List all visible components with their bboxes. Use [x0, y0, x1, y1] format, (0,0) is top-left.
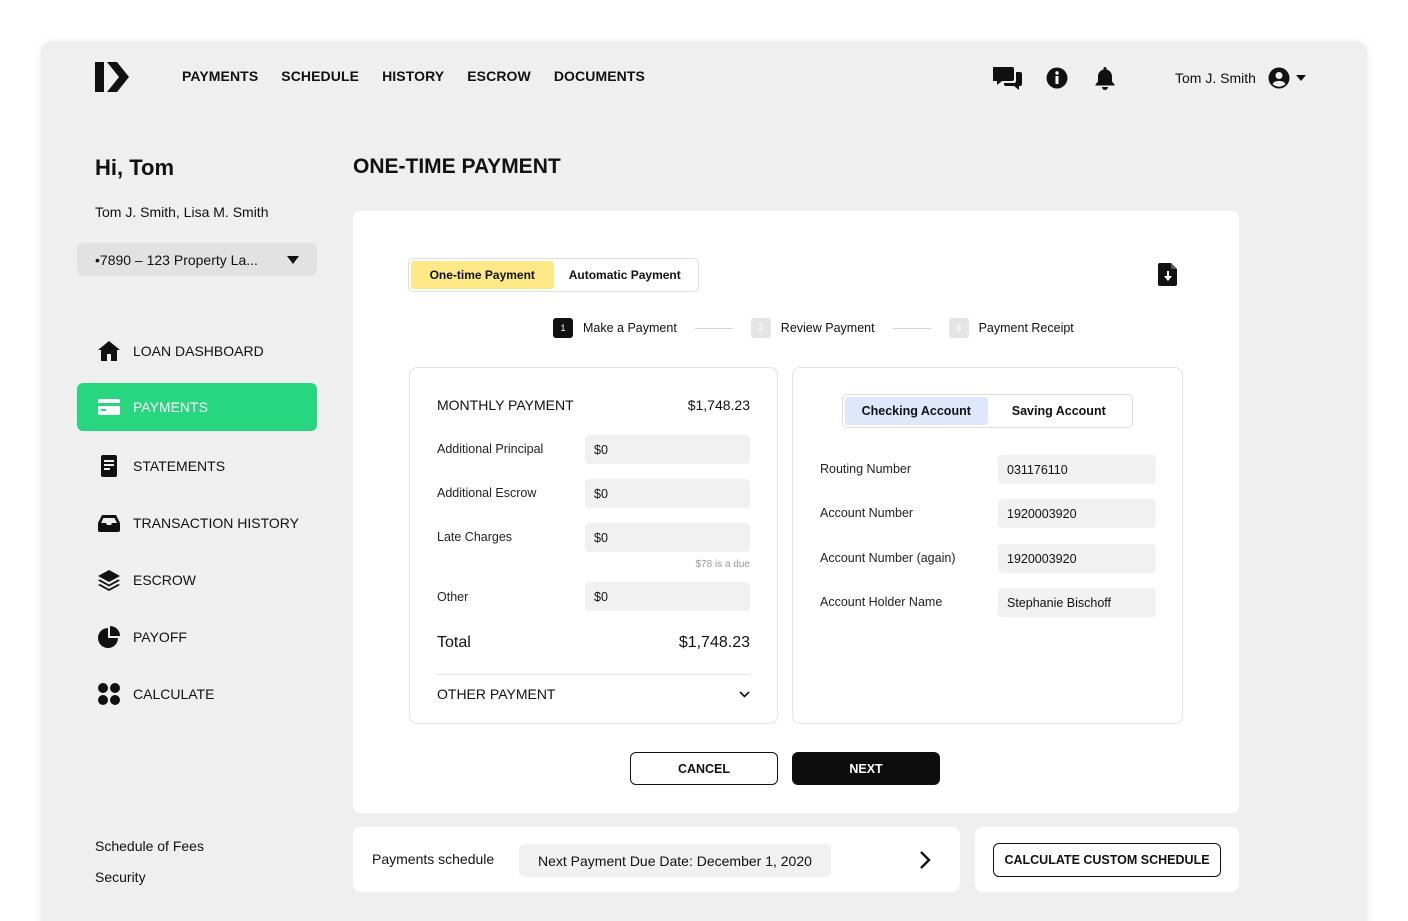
one-time-payment-tab[interactable]: One-time Payment	[411, 261, 554, 289]
divider	[436, 674, 750, 675]
sidebar-item-payments[interactable]: PAYMENTS	[77, 383, 317, 431]
other-input[interactable]: $0	[585, 582, 750, 611]
next-due-date-badge: Next Payment Due Date: December 1, 2020	[519, 844, 831, 877]
step-divider	[694, 327, 733, 329]
sidebar-item-label: LOAN DASHBOARD	[133, 343, 264, 359]
chat-icon[interactable]	[993, 64, 1023, 92]
user-icon	[1268, 67, 1290, 89]
late-charges-note: $78 is a due	[695, 559, 751, 570]
main-nav: PAYMENTS SCHEDULE HISTORY ESCROW DOCUMEN…	[182, 68, 645, 84]
late-charges-input[interactable]: $0	[585, 523, 750, 552]
sidebar-item-label: TRANSACTION HISTORY	[133, 515, 299, 531]
user-name: Tom J. Smith	[1175, 70, 1256, 86]
step-divider	[892, 327, 931, 329]
account-number-again-input[interactable]: 1920003920	[998, 544, 1156, 573]
step-1-number: 1	[553, 318, 573, 338]
sidebar-item-label: PAYMENTS	[133, 399, 208, 415]
pie-icon	[98, 626, 120, 648]
grid-icon	[98, 683, 120, 705]
logo-icon[interactable]	[95, 62, 129, 92]
nav-escrow[interactable]: ESCROW	[467, 68, 531, 84]
calculate-custom-schedule-button[interactable]: CALCULATE CUSTOM SCHEDULE	[993, 843, 1221, 877]
late-charges-label: Late Charges	[437, 530, 513, 544]
other-payment-label: OTHER PAYMENT	[437, 686, 556, 702]
account-holder-name-input[interactable]: Stephanie Bischoff	[998, 588, 1156, 617]
saving-account-tab[interactable]: Saving Account	[988, 397, 1131, 425]
page-title: ONE-TIME PAYMENT	[353, 155, 561, 178]
sidebar-item-calculate[interactable]: CALCULATE	[77, 670, 317, 718]
account-number-label: Account Number	[820, 506, 914, 520]
caret-down-icon	[287, 255, 299, 264]
account-type-tabs: Checking Account Saving Account	[842, 394, 1133, 428]
account-holder-name-label: Account Holder Name	[820, 595, 943, 609]
step-3-label: Payment Receipt	[978, 321, 1074, 335]
total-label: Total	[437, 634, 471, 651]
cancel-button[interactable]: CANCEL	[630, 752, 778, 785]
nav-documents[interactable]: DOCUMENTS	[554, 68, 645, 84]
nav-schedule[interactable]: SCHEDULE	[281, 68, 359, 84]
additional-principal-label: Additional Principal	[437, 442, 544, 456]
card-icon	[98, 399, 120, 415]
info-icon[interactable]	[1042, 64, 1072, 92]
chevron-down-icon	[739, 690, 750, 698]
sidebar-item-statements[interactable]: STATEMENTS	[77, 442, 317, 490]
download-document-icon[interactable]	[1158, 263, 1178, 291]
sidebar-item-loan-dashboard[interactable]: LOAN DASHBOARD	[77, 327, 317, 375]
sidebar-item-label: CALCULATE	[133, 686, 215, 702]
step-2-number: 2	[750, 318, 771, 338]
account-number-again-label: Account Number (again)	[820, 551, 956, 565]
schedule-of-fees-link[interactable]: Schedule of Fees	[95, 838, 204, 854]
checking-account-tab[interactable]: Checking Account	[845, 397, 988, 425]
other-label: Other	[437, 590, 469, 604]
step-1-label: Make a Payment	[583, 321, 677, 335]
sidebar-item-label: PAYOFF	[133, 629, 187, 645]
home-icon	[98, 341, 120, 361]
other-payment-toggle[interactable]: OTHER PAYMENT	[437, 686, 750, 702]
greeting: Hi, Tom	[95, 155, 175, 180]
account-number-input[interactable]: 1920003920	[998, 499, 1156, 528]
chevron-right-icon[interactable]	[918, 849, 932, 876]
total-value: $1,748.23	[678, 634, 750, 651]
sidebar-item-escrow[interactable]: ESCROW	[77, 556, 317, 604]
monthly-payment-value: $1,748.23	[687, 397, 750, 413]
nav-history[interactable]: HISTORY	[382, 68, 444, 84]
payment-steps: 1 Make a Payment 2 Review Payment 3 Paym…	[553, 318, 1074, 338]
sidebar-item-label: STATEMENTS	[133, 458, 226, 474]
sidebar-item-label: ESCROW	[133, 572, 196, 588]
automatic-payment-tab[interactable]: Automatic Payment	[554, 261, 697, 289]
next-button[interactable]: NEXT	[792, 752, 940, 785]
caret-down-icon	[1295, 75, 1306, 81]
monthly-payment-label: MONTHLY PAYMENT	[437, 397, 574, 413]
document-icon	[101, 455, 117, 477]
routing-number-input[interactable]: 031176110	[998, 455, 1156, 484]
additional-escrow-input[interactable]: $0	[585, 479, 750, 508]
routing-number-label: Routing Number	[820, 462, 912, 476]
property-select-value: •7890 – 123 Property La...	[95, 251, 258, 268]
sidebar-item-transaction-history[interactable]: TRANSACTION HISTORY	[77, 499, 317, 547]
borrower-names: Tom J. Smith, Lisa M. Smith	[95, 204, 269, 220]
security-link[interactable]: Security	[95, 869, 146, 885]
layers-icon	[98, 570, 120, 591]
payments-schedule-label: Payments schedule	[372, 851, 495, 867]
additional-principal-input[interactable]: $0	[585, 435, 750, 464]
property-select[interactable]: •7890 – 123 Property La...	[77, 243, 317, 276]
additional-escrow-label: Additional Escrow	[437, 486, 537, 500]
step-3-number: 3	[948, 318, 969, 338]
user-menu[interactable]: Tom J. Smith	[1175, 67, 1306, 89]
step-2-label: Review Payment	[780, 321, 875, 335]
inbox-icon	[98, 515, 120, 532]
sidebar-item-payoff[interactable]: PAYOFF	[77, 613, 317, 661]
bell-icon[interactable]	[1090, 64, 1120, 92]
nav-payments[interactable]: PAYMENTS	[182, 68, 258, 84]
payment-type-toggle: One-time Payment Automatic Payment	[408, 258, 699, 292]
